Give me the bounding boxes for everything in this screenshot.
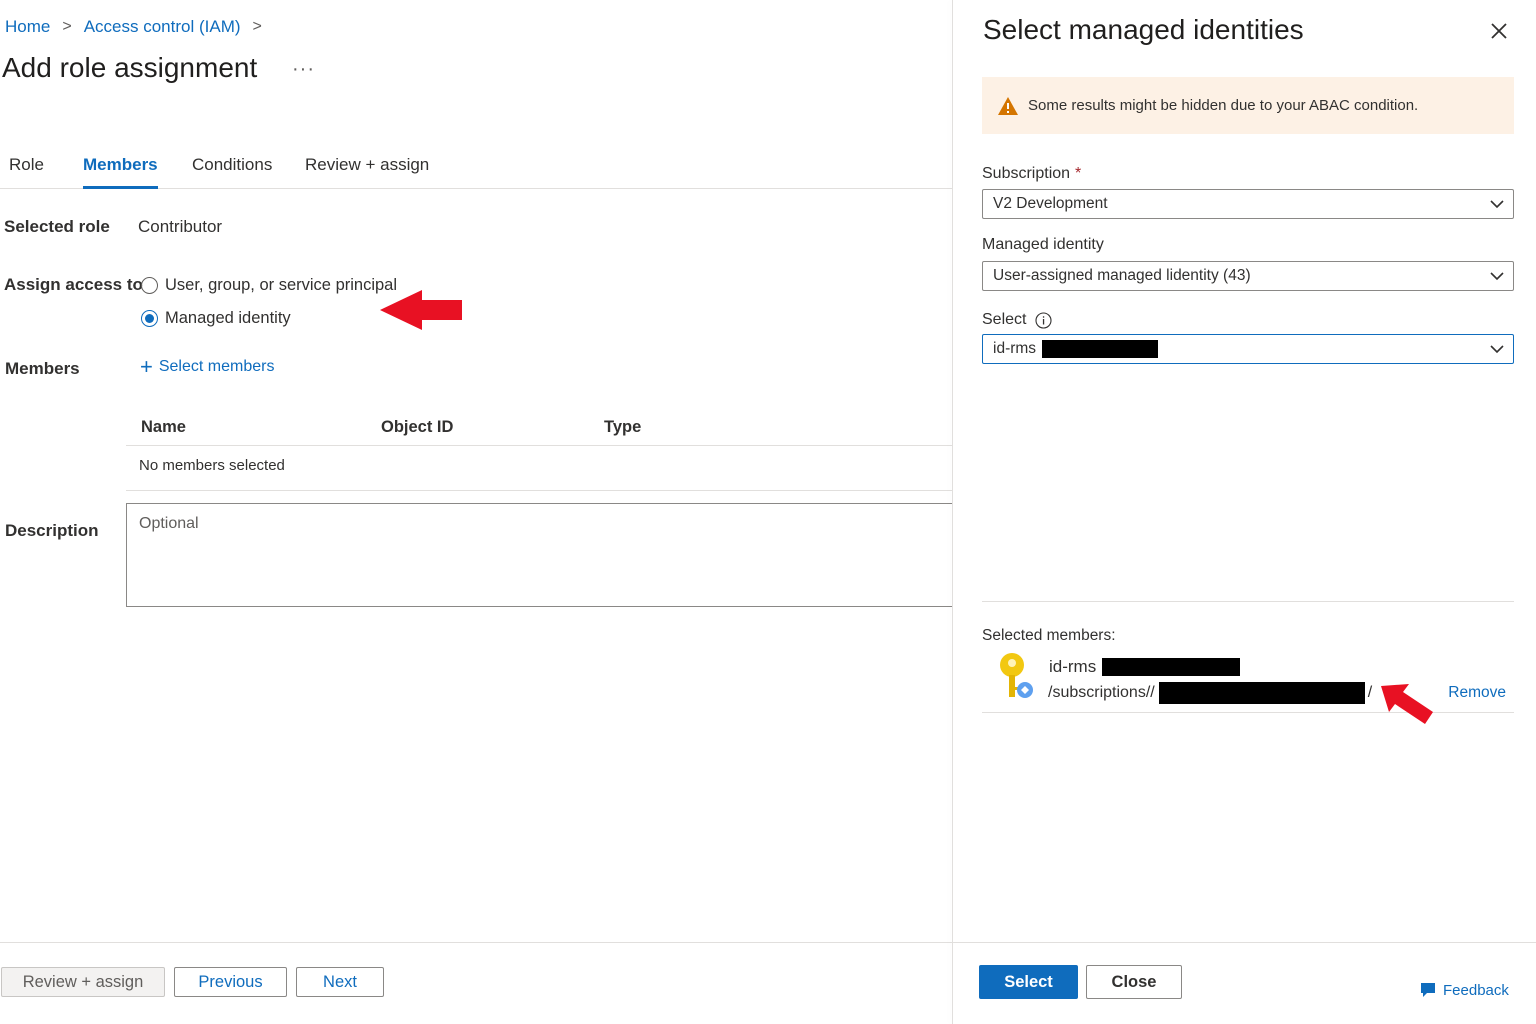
red-arrow-annotation-icon xyxy=(380,290,462,330)
select-button[interactable]: Select xyxy=(979,965,1078,999)
member-name-text: id-rms xyxy=(1049,657,1097,676)
subscription-value: V2 Development xyxy=(993,195,1108,212)
assign-access-label: Assign access to xyxy=(4,275,143,294)
table-header: Name Object ID Type xyxy=(126,408,952,446)
redacted-block xyxy=(1158,682,1365,704)
close-button[interactable]: Close xyxy=(1086,965,1182,999)
description-box xyxy=(126,503,956,607)
members-table: Name Object ID Type No members selected xyxy=(126,408,952,491)
selected-member-path: /subscriptions// / xyxy=(1048,682,1372,704)
red-arrow-annotation-icon xyxy=(1381,684,1433,724)
table-row: No members selected xyxy=(126,446,952,491)
select-members-link[interactable]: + Select members xyxy=(140,354,275,379)
tab-members[interactable]: Members xyxy=(83,155,158,189)
redacted-block xyxy=(1102,658,1241,676)
empty-members-text: No members selected xyxy=(139,457,285,474)
select-label: Select xyxy=(982,311,1053,329)
select-value: id-rms xyxy=(993,340,1037,357)
redacted-block xyxy=(1042,340,1159,358)
members-label: Members xyxy=(5,359,80,378)
previous-button[interactable]: Previous xyxy=(174,967,287,997)
breadcrumb-home[interactable]: Home xyxy=(5,17,50,37)
warning-text: Some results might be hidden due to your… xyxy=(1028,97,1419,114)
selected-members-label: Selected members: xyxy=(982,627,1116,644)
panel-footer-divider xyxy=(953,942,1536,943)
radio-managed-identity[interactable]: Managed identity xyxy=(141,309,291,328)
breadcrumb-separator: > xyxy=(252,18,262,35)
warning-icon xyxy=(998,96,1018,115)
radio-circle[interactable] xyxy=(141,277,158,294)
managed-identity-key-icon xyxy=(1000,653,1033,698)
column-type-header[interactable]: Type xyxy=(604,418,641,437)
radio-label: User, group, or service principal xyxy=(165,276,398,294)
page-title: Add role assignment xyxy=(2,52,258,83)
review-assign-button[interactable]: Review + assign xyxy=(1,967,165,997)
feedback-icon xyxy=(1421,983,1435,997)
chevron-down-icon xyxy=(1490,200,1504,209)
selected-member-name: id-rms xyxy=(1049,657,1241,677)
info-icon[interactable] xyxy=(1035,311,1053,329)
managed-identity-dropdown[interactable]: User-assigned managed lidentity (43) xyxy=(982,261,1514,291)
select-members-label: Select members xyxy=(158,358,275,375)
tab-bar: Role Members Conditions Review + assign xyxy=(0,150,952,189)
selected-role-label: Selected role xyxy=(4,217,110,236)
select-identity-dropdown[interactable]: id-rms xyxy=(982,334,1514,364)
more-options-button[interactable]: ··· xyxy=(292,58,315,81)
close-icon[interactable] xyxy=(1488,20,1510,42)
section-divider xyxy=(982,601,1514,602)
tab-conditions[interactable]: Conditions xyxy=(192,155,272,186)
managed-identity-label-text: Managed identity xyxy=(982,236,1104,253)
description-field[interactable] xyxy=(127,504,956,606)
description-label: Description xyxy=(5,521,99,540)
chevron-down-icon xyxy=(1490,345,1504,354)
column-name-header[interactable]: Name xyxy=(141,418,186,437)
managed-identity-value: User-assigned managed lidentity (43) xyxy=(993,267,1251,284)
member-path-prefix: /subscriptions// xyxy=(1048,684,1155,701)
panel-title: Select managed identities xyxy=(983,14,1304,45)
radio-label: Managed identity xyxy=(165,309,291,327)
chevron-down-icon xyxy=(1490,272,1504,281)
subscription-label: Subscription * xyxy=(982,165,1081,183)
next-button[interactable]: Next xyxy=(296,967,384,997)
tab-role[interactable]: Role xyxy=(9,155,44,186)
column-object-id-header[interactable]: Object ID xyxy=(381,418,453,437)
managed-identity-label: Managed identity xyxy=(982,236,1104,254)
required-mark: * xyxy=(1075,165,1082,182)
subscription-label-text: Subscription xyxy=(982,165,1071,182)
feedback-label: Feedback xyxy=(1443,981,1509,999)
select-managed-identities-panel: Select managed identities Some results m… xyxy=(953,0,1536,1024)
radio-circle-selected[interactable] xyxy=(141,310,158,327)
member-path-suffix: / xyxy=(1367,684,1373,701)
breadcrumb-access-control[interactable]: Access control (IAM) xyxy=(84,17,241,37)
breadcrumb-separator: > xyxy=(62,18,72,35)
breadcrumb: Home > Access control (IAM) > xyxy=(5,17,274,37)
subscription-dropdown[interactable]: V2 Development xyxy=(982,189,1514,219)
select-label-text: Select xyxy=(982,311,1027,328)
feedback-link[interactable]: Feedback xyxy=(1419,981,1509,999)
plus-icon: + xyxy=(140,354,153,379)
warning-banner: Some results might be hidden due to your… xyxy=(982,77,1514,134)
selected-role-value: Contributor xyxy=(138,217,223,236)
radio-user-group-service-principal[interactable]: User, group, or service principal xyxy=(141,276,397,295)
tab-review-assign[interactable]: Review + assign xyxy=(305,155,429,186)
remove-member-link[interactable]: Remove xyxy=(1448,684,1506,702)
add-role-assignment-page: Home > Access control (IAM) > Add role a… xyxy=(0,0,956,1024)
footer-divider xyxy=(0,942,952,943)
